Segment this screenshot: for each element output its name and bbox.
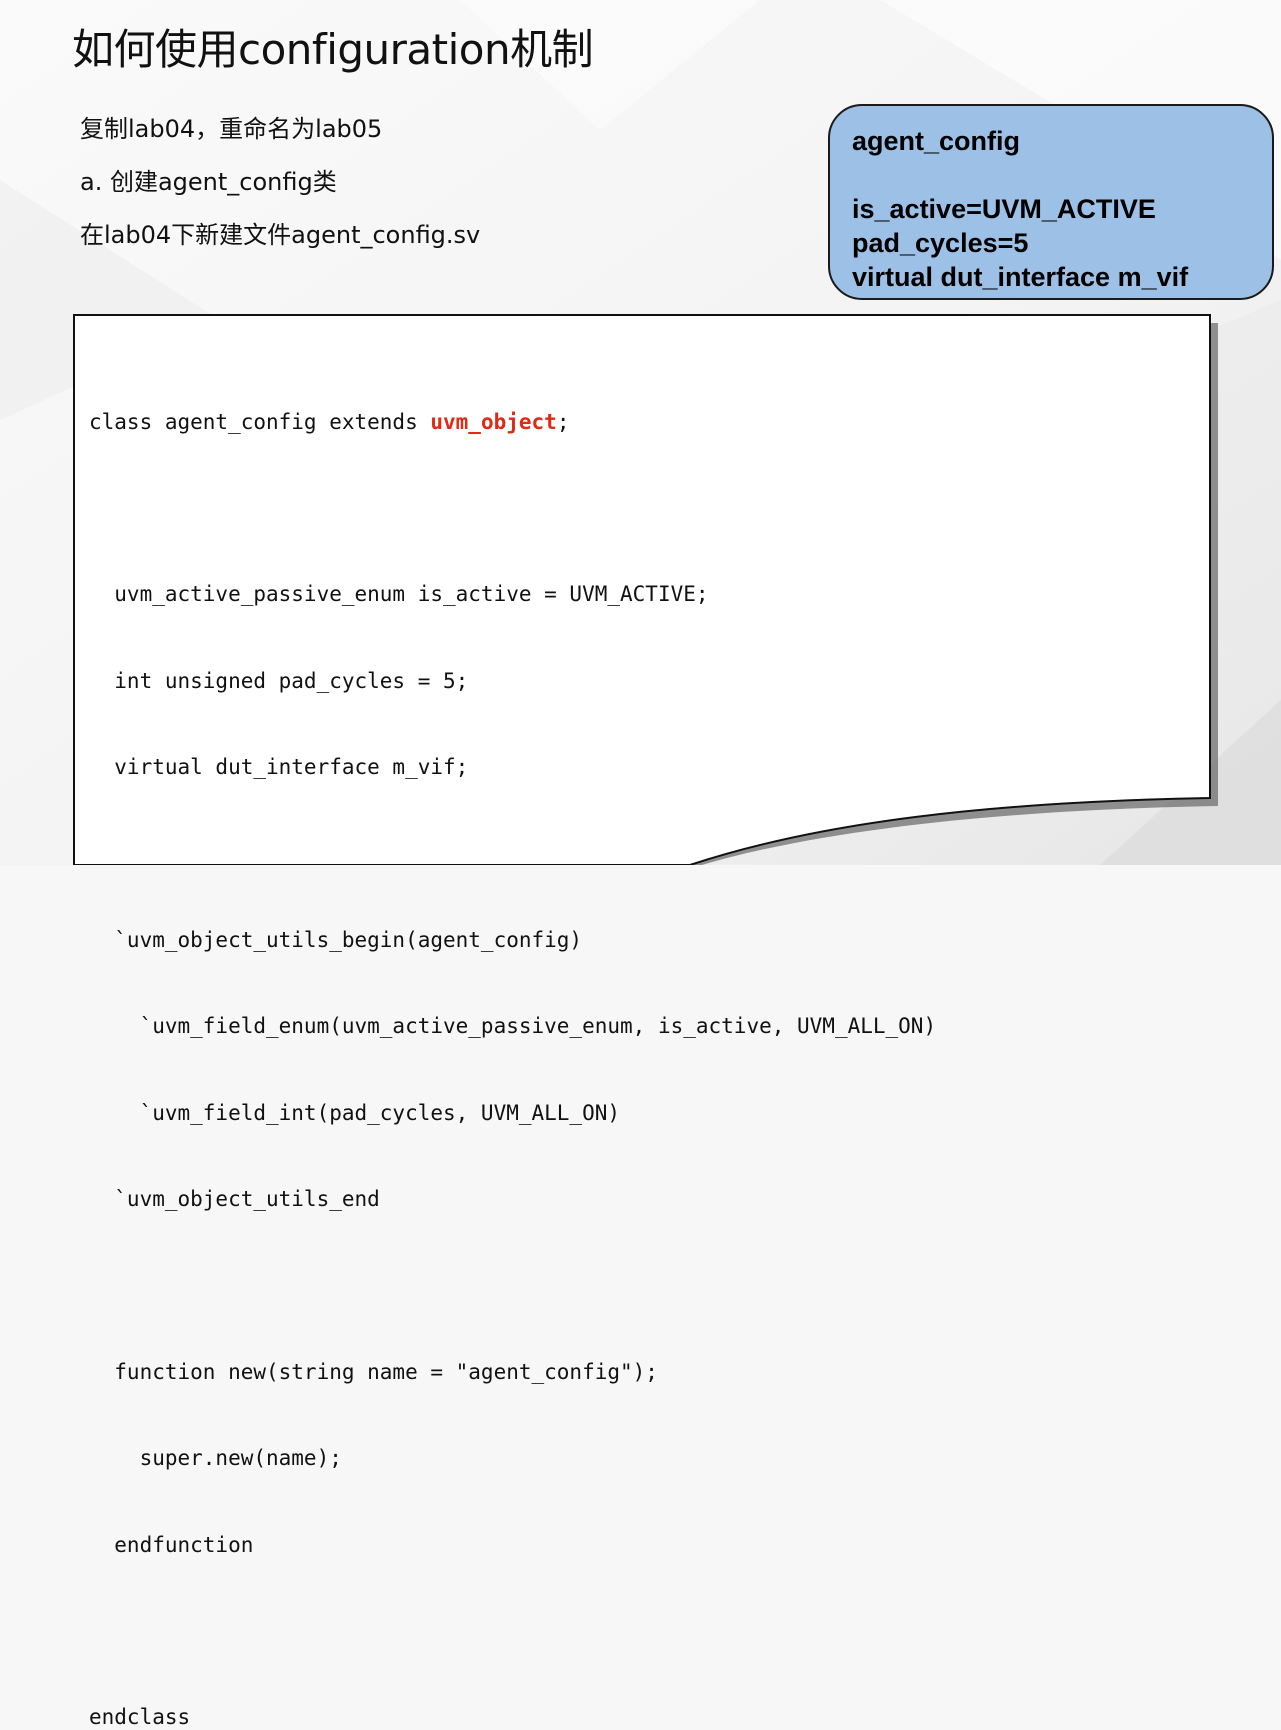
code-class-suffix: ; [556,409,570,434]
code-line: int unsigned pad_cycles = 5; [89,668,469,693]
instruction-create-class: a. 创建agent_config类 [80,168,337,196]
agent-config-callout: agent_config is_active=UVM_ACTIVE pad_cy… [828,104,1274,300]
code-listing: class agent_config extends uvm_object; u… [89,350,936,1730]
code-line: endfunction [89,1532,254,1557]
callout-pad-cycles: pad_cycles=5 [852,228,1029,258]
code-line: `uvm_field_int(pad_cycles, UVM_ALL_ON) [89,1100,621,1125]
code-base-class-highlight: uvm_object [430,409,557,434]
callout-title: agent_config [852,126,1021,156]
code-line: function new(string name = "agent_config… [89,1359,658,1384]
code-line: endclass [89,1705,191,1730]
code-line: `uvm_object_utils_begin(agent_config) [89,927,583,952]
instruction-list: 复制lab04，重命名为lab05 a. 创建agent_config类 在la… [80,116,480,275]
code-line: `uvm_field_enum(uvm_active_passive_enum,… [89,1014,937,1039]
code-line: virtual dut_interface m_vif; [89,755,469,780]
code-line-class-declaration: class agent_config extends uvm_object; [89,408,936,437]
code-class-prefix: class agent_config extends [89,409,431,434]
callout-is-active: is_active=UVM_ACTIVE [852,194,1156,224]
code-line: `uvm_object_utils_end [89,1187,380,1212]
instruction-new-file: 在lab04下新建文件agent_config.sv [80,221,481,249]
instruction-copy-lab: 复制lab04，重命名为lab05 [80,115,383,143]
callout-m-vif: virtual dut_interface m_vif [852,262,1189,292]
code-line: super.new(name); [89,1446,342,1471]
code-line: uvm_active_passive_enum is_active = UVM_… [89,582,709,607]
slide-title: 如何使用configuration机制 [72,25,594,74]
